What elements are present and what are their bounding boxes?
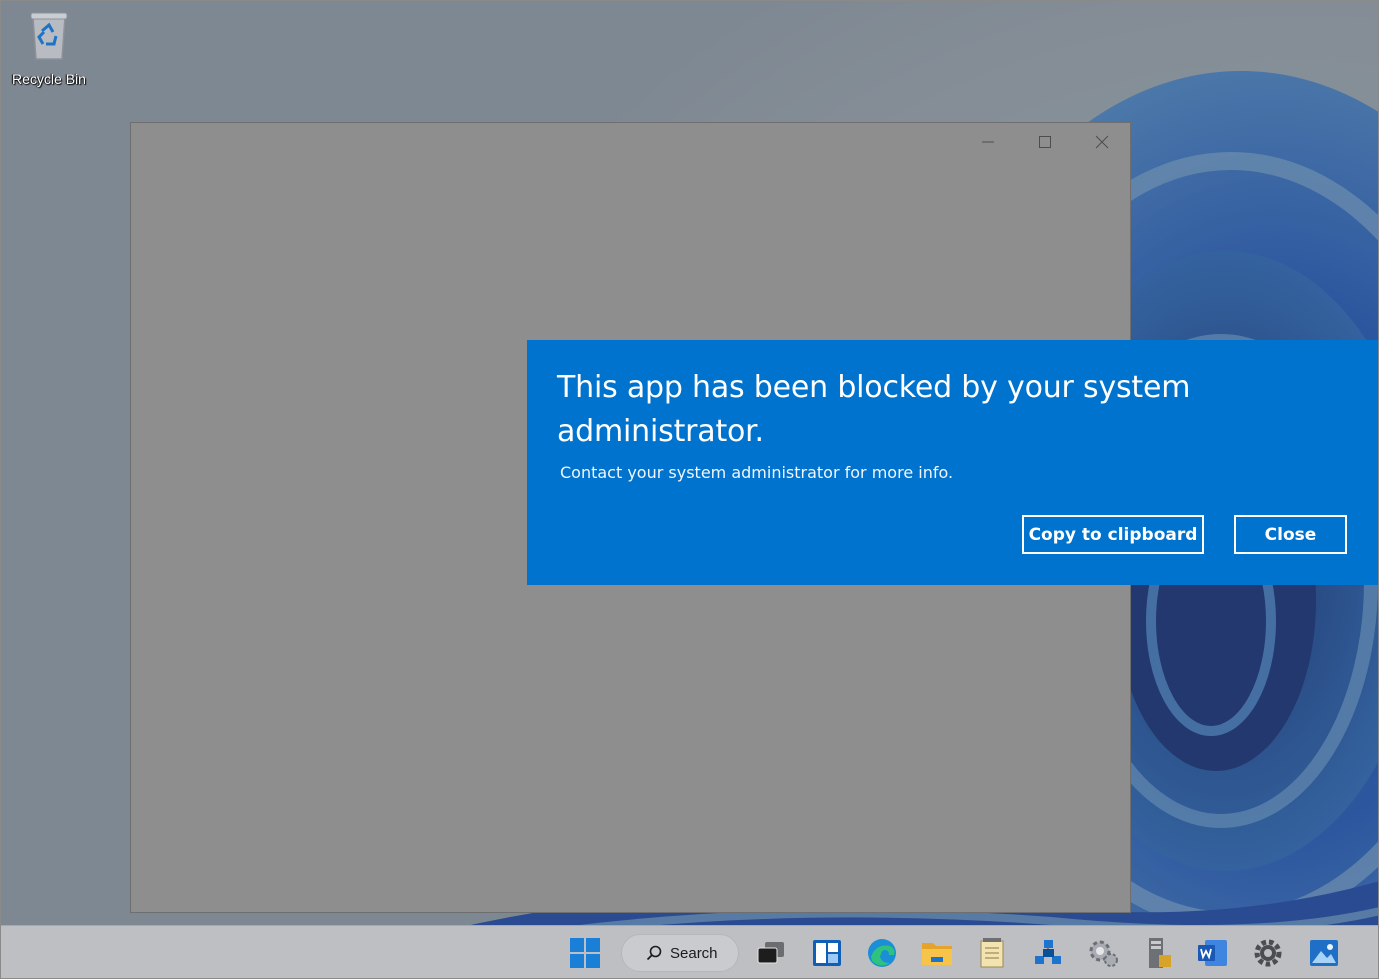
photos-button[interactable] [1306,934,1342,972]
maximize-button[interactable] [1023,127,1067,157]
server-manager-button[interactable] [1140,934,1176,972]
minimize-button[interactable] [966,127,1010,157]
network-icon [1035,940,1061,964]
file-explorer-icon [922,943,952,965]
notepad-button[interactable] [974,934,1010,972]
notification-title: This app has been blocked by your system… [557,370,1191,449]
task-view-icon [757,942,784,964]
edge-button[interactable] [864,934,900,972]
taskbar: Search [1,925,1378,978]
copy-to-clipboard-button[interactable]: Copy to clipboard [1022,515,1204,554]
search-icon [646,945,662,961]
app-blocked-notification: This app has been blocked by your system… [527,340,1378,585]
close-icon [1095,135,1109,149]
search-label: Search [670,944,718,962]
taskbar-search[interactable]: Search [621,934,739,972]
settings-gear-icon [1254,939,1282,967]
settings-button[interactable] [1250,934,1286,972]
maximize-icon [1039,136,1051,148]
network-button[interactable] [1030,934,1066,972]
photos-icon [1310,940,1338,966]
minimize-icon [982,141,994,143]
start-button[interactable] [567,934,603,972]
server-manager-icon [1149,938,1171,968]
start-icon [570,938,600,968]
word-button[interactable] [1195,934,1231,972]
recycle-bin-label: Recycle Bin [12,71,86,87]
widgets-button[interactable] [809,934,845,972]
edge-icon [868,939,896,967]
notepad-icon [980,938,1004,968]
system-settings-button[interactable] [1085,934,1121,972]
window-close-button[interactable] [1080,127,1124,157]
widgets-icon [813,940,841,966]
task-view-button[interactable] [753,934,789,972]
notification-message: Contact your system administrator for mo… [560,463,954,482]
system-settings-icon [1089,940,1118,967]
close-button[interactable]: Close [1234,515,1347,554]
file-explorer-button[interactable] [919,934,955,972]
recycle-bin-icon [30,12,68,60]
recycle-bin-shortcut[interactable]: Recycle Bin [7,9,91,87]
word-icon [1198,940,1227,966]
